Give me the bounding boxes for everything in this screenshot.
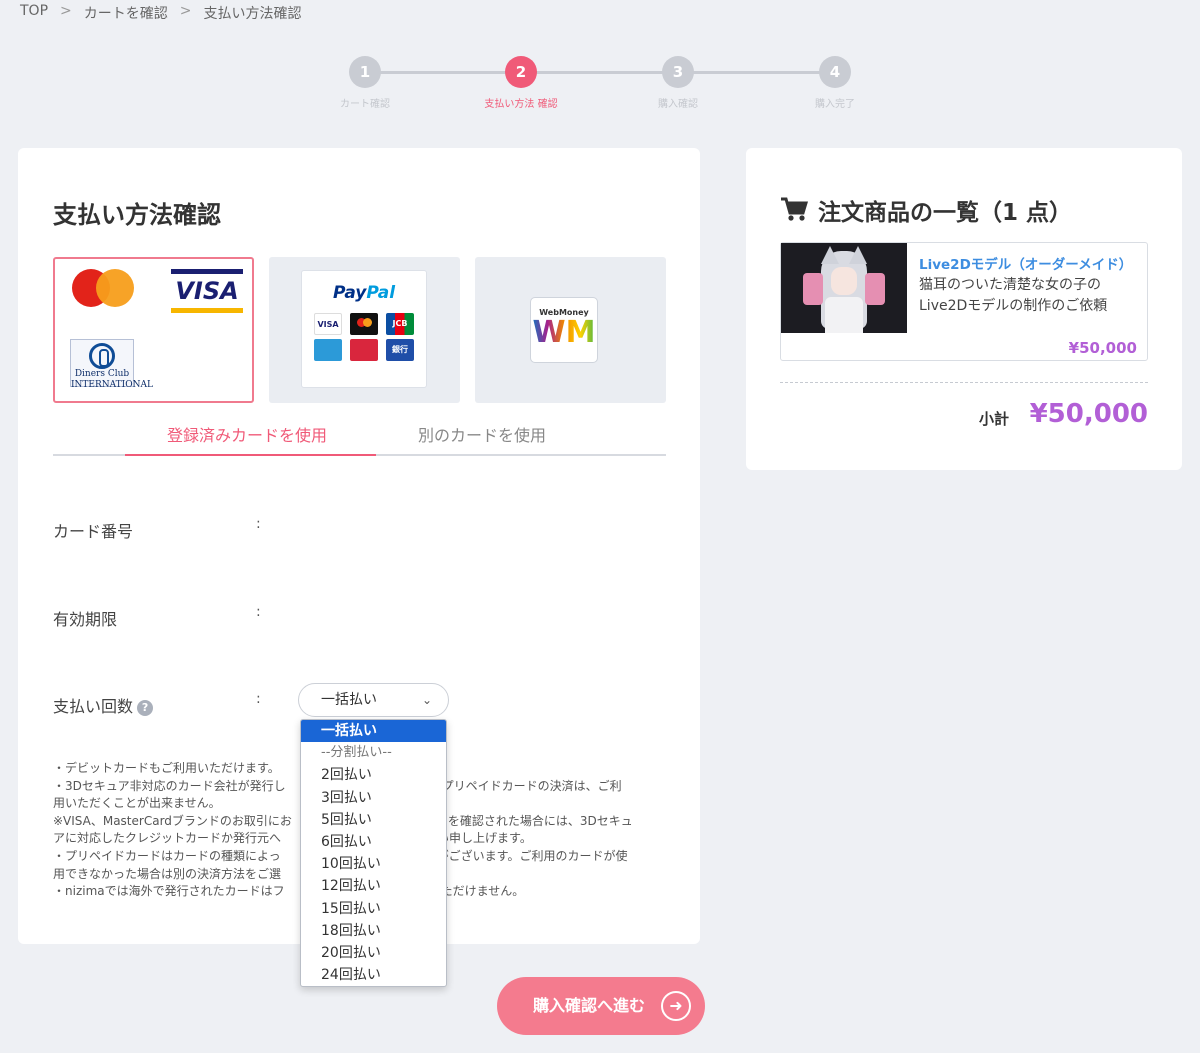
dropdown-option[interactable]: 18回払い bbox=[301, 920, 446, 942]
step-3: 3 購入確認 bbox=[633, 56, 723, 110]
payment-option-credit-card[interactable]: VISA Diners Club INTERNATIONAL bbox=[53, 257, 254, 403]
proceed-to-confirm-button[interactable]: 購入確認へ進む ➜ bbox=[497, 977, 705, 1035]
progress-stepper: 1 カート確認 2 支払い方法 確認 3 購入確認 4 購入完了 bbox=[330, 56, 870, 116]
installments-dropdown-list[interactable]: 一括払い --分割払い-- 2回払い 3回払い 5回払い 6回払い 10回払い … bbox=[300, 719, 447, 987]
order-summary-title: 注文商品の一覧（1 点） bbox=[780, 193, 1072, 227]
arrow-right-circle-icon: ➜ bbox=[661, 991, 691, 1021]
step-1: 1 カート確認 bbox=[320, 56, 410, 110]
colon: : bbox=[256, 691, 261, 707]
order-item[interactable]: Live2Dモデル（オーダーメイド） 猫耳のついた清楚な女の子のLive2Dモデ… bbox=[780, 242, 1148, 361]
stepper-line bbox=[365, 71, 835, 74]
card-number-label: カード番号 bbox=[53, 522, 134, 541]
paypal-logo: PayPal VISA JCB 銀行 bbox=[301, 270, 427, 388]
bank-mini-logo: 銀行 bbox=[386, 339, 414, 361]
step-label: 購入完了 bbox=[815, 99, 855, 110]
order-summary-card: 注文商品の一覧（1 点） Live2Dモデル（オーダーメイド） 猫耳のついた清楚… bbox=[746, 148, 1182, 470]
step-label: 購入確認 bbox=[658, 99, 698, 110]
breadcrumb-separator: > bbox=[179, 3, 192, 19]
step-number: 4 bbox=[819, 56, 851, 88]
dropdown-option[interactable]: 15回払い bbox=[301, 898, 446, 920]
dropdown-option[interactable]: 24回払い bbox=[301, 964, 446, 986]
product-name[interactable]: Live2Dモデル（オーダーメイド） bbox=[919, 253, 1132, 273]
dropdown-option[interactable]: 20回払い bbox=[301, 942, 446, 964]
dropdown-option[interactable]: 10回払い bbox=[301, 853, 446, 875]
visa-logo: VISA bbox=[171, 269, 243, 317]
breadcrumb-top[interactable]: TOP bbox=[20, 3, 48, 23]
active-tab-indicator bbox=[125, 454, 376, 456]
divider bbox=[780, 382, 1148, 383]
product-price: ¥50,000 bbox=[1068, 339, 1137, 357]
breadcrumb-cart[interactable]: カートを確認 bbox=[84, 3, 168, 23]
step-number: 1 bbox=[349, 56, 381, 88]
step-label: 支払い方法 確認 bbox=[484, 99, 558, 110]
breadcrumb: TOP > カートを確認 > 支払い方法確認 bbox=[20, 3, 301, 23]
dropdown-option[interactable]: 5回払い bbox=[301, 809, 446, 831]
breadcrumb-current: 支払い方法確認 bbox=[203, 6, 302, 22]
step-number: 2 bbox=[505, 56, 537, 88]
dropdown-option[interactable]: 2回払い bbox=[301, 764, 446, 786]
help-icon[interactable]: ? bbox=[137, 700, 154, 716]
step-number: 3 bbox=[662, 56, 694, 88]
step-4: 4 購入完了 bbox=[790, 56, 880, 110]
expiry-label: 有効期限 bbox=[53, 610, 118, 629]
mastercard-mini-logo bbox=[350, 313, 378, 335]
step-label: カート確認 bbox=[340, 99, 390, 110]
webmoney-logo: WebMoney WM bbox=[530, 297, 598, 363]
payment-option-webmoney[interactable]: WebMoney WM bbox=[475, 257, 666, 403]
dropdown-option[interactable]: 3回払い bbox=[301, 787, 446, 809]
payment-option-paypal[interactable]: PayPal VISA JCB 銀行 bbox=[269, 257, 460, 403]
dropdown-group-label: --分割払い-- bbox=[321, 745, 392, 761]
subtotal-value: ¥50,000 bbox=[1029, 399, 1148, 429]
dropdown-option[interactable]: 12回払い bbox=[301, 875, 446, 897]
card-tabs: 登録済みカードを使用 別のカードを使用 bbox=[53, 414, 666, 456]
dropdown-option[interactable]: 6回払い bbox=[301, 831, 446, 853]
proceed-button-label: 購入確認へ進む bbox=[533, 996, 646, 1015]
dropdown-option[interactable]: 一括払い bbox=[301, 720, 446, 743]
product-thumbnail bbox=[781, 243, 907, 333]
installments-label: 支払い回数? bbox=[53, 693, 154, 717]
colon: : bbox=[256, 604, 261, 620]
subtotal-label: 小計 bbox=[979, 410, 1010, 428]
installments-select[interactable]: 一括払い ⌄ bbox=[298, 683, 449, 717]
mastercard-logo bbox=[72, 269, 134, 307]
amex-mini-logo bbox=[314, 339, 342, 361]
step-2: 2 支払い方法 確認 bbox=[476, 56, 566, 110]
jcb-mini-logo: JCB bbox=[386, 313, 414, 335]
colon: : bbox=[256, 516, 261, 532]
page-title: 支払い方法確認 bbox=[53, 201, 221, 229]
product-description: 猫耳のついた清楚な女の子のLive2Dモデルの制作のご依頼 bbox=[919, 277, 1108, 314]
diners-mini-logo bbox=[350, 339, 378, 361]
visa-mini-logo: VISA bbox=[314, 313, 342, 335]
chevron-down-icon: ⌄ bbox=[421, 693, 432, 707]
tab-other-card[interactable]: 別のカードを使用 bbox=[418, 422, 546, 446]
breadcrumb-separator: > bbox=[60, 3, 72, 19]
cart-icon bbox=[781, 197, 808, 221]
diners-club-logo: Diners Club INTERNATIONAL bbox=[70, 339, 153, 390]
tab-saved-card[interactable]: 登録済みカードを使用 bbox=[167, 422, 327, 446]
